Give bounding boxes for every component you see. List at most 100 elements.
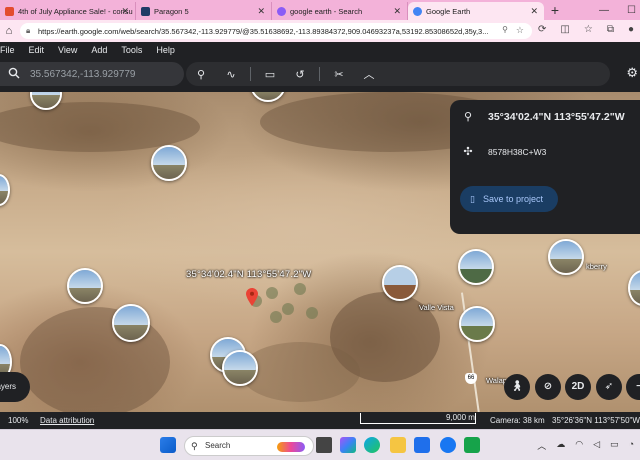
tab-google-earth[interactable]: Google Earth ✕ xyxy=(408,2,544,20)
bookmark-icon: ▯ xyxy=(470,193,475,204)
volume-icon[interactable]: ◁ xyxy=(593,439,600,452)
photo-thumbnail[interactable] xyxy=(458,249,494,285)
earth-toolbar: 35.567342,-113.929779 ⚲ ∿ ▭ ↺ ✂ ︿ ⚙ xyxy=(0,57,640,92)
close-icon[interactable]: ✕ xyxy=(393,6,401,17)
menu-add[interactable]: Add xyxy=(84,45,114,55)
app-menu-bar: File Edit View Add Tools Help xyxy=(0,42,640,57)
search-input[interactable]: 35.567342,-113.929779 xyxy=(0,62,184,86)
tab-favicon-icon xyxy=(5,7,14,16)
settings-gear-icon[interactable]: ⚙ xyxy=(626,65,638,81)
status-bar: 100% Data attribution 9,000 m Camera: 38… xyxy=(0,412,640,429)
tab-appliance-sale[interactable]: 4th of July Appliance Sale! - consu ✕ xyxy=(0,2,136,20)
tab-paragon[interactable]: Paragon 5 ✕ xyxy=(136,2,272,20)
terrain-ridge xyxy=(240,342,360,402)
copilot-icon[interactable] xyxy=(340,437,356,453)
tool-group: ⚲ ∿ ▭ ↺ ✂ ︿ xyxy=(186,62,610,86)
home-icon[interactable]: ⌂ xyxy=(0,25,18,37)
menu-edit[interactable]: Edit xyxy=(22,45,52,55)
photo-thumbnail[interactable] xyxy=(250,92,286,102)
tab-title: Paragon 5 xyxy=(154,6,189,16)
toggle-2d-button[interactable]: 2D xyxy=(565,374,591,400)
path-icon[interactable]: ∿ xyxy=(216,68,246,81)
tab-favicon-icon xyxy=(141,7,150,16)
photo-thumbnail[interactable] xyxy=(548,239,584,275)
layers-button[interactable]: Layers xyxy=(0,372,30,402)
facebook-icon[interactable] xyxy=(440,437,456,453)
photo-thumbnail[interactable] xyxy=(30,92,62,110)
scale-label: 9,000 m xyxy=(446,413,475,422)
favorites-icon[interactable]: ☆ xyxy=(584,24,593,35)
profile-icon[interactable]: ● xyxy=(628,24,634,35)
info-pluscode-row: ✣ 8578H38C+W3 xyxy=(460,145,546,158)
star-icon[interactable]: ☆ xyxy=(516,25,524,36)
plus-code-icon: ✣ xyxy=(463,146,473,158)
save-button-label: Save to project xyxy=(482,194,543,204)
edge-icon[interactable] xyxy=(364,437,380,453)
photo-thumbnail[interactable] xyxy=(112,304,150,342)
menu-tools[interactable]: Tools xyxy=(114,45,149,55)
taskbar-search[interactable]: ⚲ Search xyxy=(184,436,314,456)
tools-icon[interactable]: ✂ xyxy=(324,68,354,81)
photo-thumbnail[interactable] xyxy=(0,174,10,206)
place-label-kberry[interactable]: kberry xyxy=(586,262,607,271)
photo-thumbnail[interactable] xyxy=(459,306,495,342)
menu-file[interactable]: File xyxy=(0,45,22,55)
task-view-icon[interactable] xyxy=(316,437,332,453)
tab-google-search[interactable]: google earth - Search ✕ xyxy=(272,2,408,20)
maximize-icon[interactable]: ☐ xyxy=(627,5,636,16)
file-explorer-icon[interactable] xyxy=(390,437,406,453)
chevron-up-icon[interactable]: ︿ xyxy=(537,439,546,452)
extensions-icon[interactable]: ⟳ xyxy=(538,24,546,35)
lock-icon[interactable]: 🔒︎ xyxy=(26,26,30,36)
search-icon xyxy=(8,67,20,79)
menu-view[interactable]: View xyxy=(51,45,84,55)
cloud-icon[interactable]: ☁ xyxy=(556,439,565,452)
save-to-project-button[interactable]: ▯ Save to project xyxy=(460,186,558,212)
pegman-icon[interactable]: 🚶︎ xyxy=(504,374,530,400)
browser-actions: ⟳ ◫ ☆ ⧉ ● xyxy=(538,24,634,35)
info-coordinates-row: ⚲ 35°34'02.4"N 113°55'47.2"W xyxy=(460,110,625,124)
menu-help[interactable]: Help xyxy=(149,45,182,55)
location-pin-icon[interactable] xyxy=(246,288,258,306)
compass-icon[interactable]: ➶ xyxy=(596,374,622,400)
windows-taskbar: ⚲ Search ︿ ☁ ◠ ◁ ▭ ◔ xyxy=(0,429,640,460)
photo-thumbnail[interactable] xyxy=(151,145,187,181)
browser-tab-strip: 4th of July Appliance Sale! - consu ✕ Pa… xyxy=(0,0,640,20)
farm-fields xyxy=(250,277,330,327)
search-highlight-icon xyxy=(277,442,305,452)
info-plus-code: 8578H38C+W3 xyxy=(488,146,547,157)
location-off-icon[interactable]: ⊘ xyxy=(535,374,561,400)
search-placeholder: 35.567342,-113.929779 xyxy=(30,68,136,80)
location-info-panel: ⚲ 35°34'02.4"N 113°55'47.2"W ✣ 8578H38C+… xyxy=(450,100,640,234)
browser-toolbar: ⌂ 🔒︎ https://earth.google.com/web/search… xyxy=(0,20,640,42)
photo-thumbnail[interactable] xyxy=(222,350,258,386)
chevron-up-icon[interactable]: ︿ xyxy=(354,66,384,82)
wifi-icon[interactable]: ◠ xyxy=(575,439,583,452)
photo-thumbnail[interactable] xyxy=(67,268,103,304)
zoom-icon[interactable]: ⚲ xyxy=(502,25,508,34)
new-tab-button[interactable]: + xyxy=(544,2,566,20)
tab-title: 4th of July Appliance Sale! - consu xyxy=(18,6,133,16)
info-coordinates: 35°34'02.4"N 113°55'47.2"W xyxy=(488,110,625,123)
collections-icon[interactable]: ⧉ xyxy=(607,24,614,35)
store-icon[interactable] xyxy=(414,437,430,453)
close-icon[interactable]: ✕ xyxy=(257,6,265,17)
historical-imagery-icon[interactable]: ↺ xyxy=(285,68,315,81)
pinned-app-icon[interactable] xyxy=(464,437,480,453)
close-icon[interactable]: ✕ xyxy=(121,6,129,17)
place-label-valle-vista[interactable]: Valle Vista xyxy=(419,303,454,312)
photo-thumbnail[interactable] xyxy=(382,265,418,301)
battery-icon[interactable]: ▭ xyxy=(610,439,619,452)
split-screen-icon[interactable]: ◫ xyxy=(560,24,569,35)
divider xyxy=(319,67,320,81)
bell-icon[interactable]: ◔ xyxy=(629,439,634,452)
address-bar[interactable]: 🔒︎ https://earth.google.com/web/search/3… xyxy=(20,23,532,39)
data-attribution-link[interactable]: Data attribution xyxy=(40,416,94,425)
layers-label: Layers xyxy=(0,382,17,391)
photo-thumbnail[interactable] xyxy=(628,270,640,306)
measure-icon[interactable]: ▭ xyxy=(255,68,285,81)
placemark-icon[interactable]: ⚲ xyxy=(186,68,216,81)
minimize-icon[interactable]: — xyxy=(599,5,609,16)
close-icon[interactable]: ✕ xyxy=(530,6,538,17)
start-icon[interactable] xyxy=(160,437,176,453)
